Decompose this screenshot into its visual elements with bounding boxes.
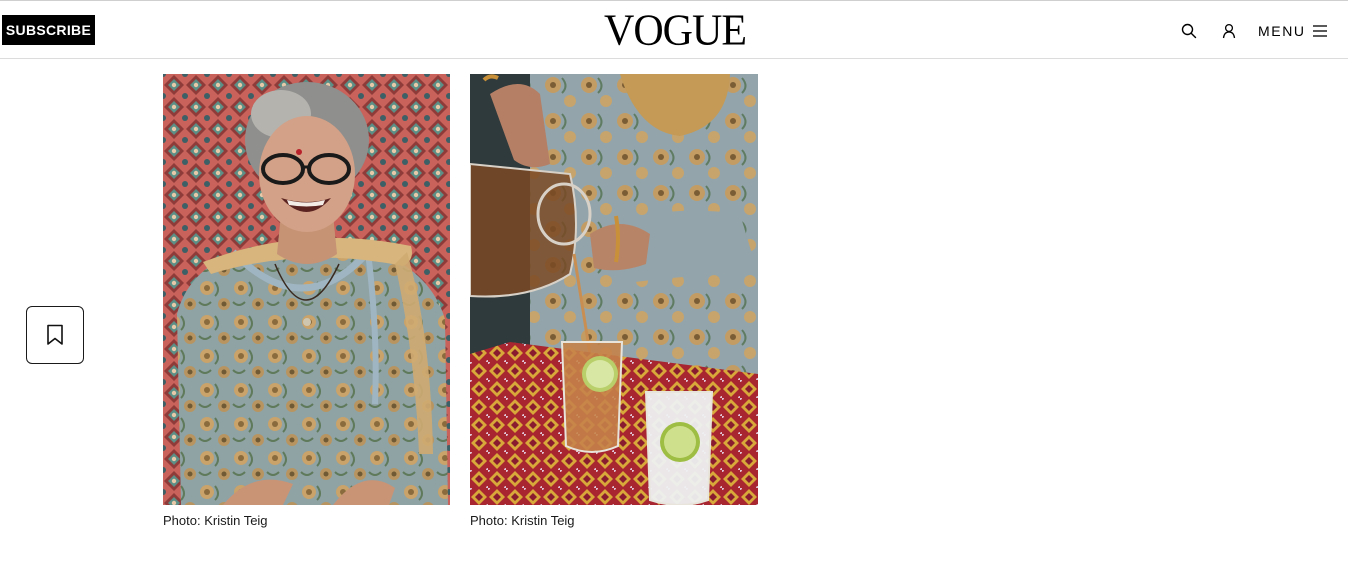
subscribe-button[interactable]: SUBSCRIBE — [2, 15, 95, 45]
menu-label: MENU — [1258, 23, 1306, 39]
vogue-logo[interactable]: VOGUE — [604, 8, 747, 54]
photo-credit: Photo: Kristin Teig — [163, 513, 268, 528]
bookmark-button[interactable] — [26, 306, 84, 364]
account-button[interactable] — [1217, 19, 1241, 43]
bookmark-icon — [47, 324, 63, 345]
hamburger-icon — [1312, 25, 1327, 37]
woman-portrait-image[interactable] — [163, 74, 450, 505]
user-icon — [1222, 23, 1236, 39]
search-icon — [1181, 23, 1197, 39]
gallery-figure-1: Photo: Kristin Teig — [163, 74, 450, 528]
photo-credit: Photo: Kristin Teig — [470, 513, 575, 528]
pouring-drink-image[interactable] — [470, 74, 758, 505]
search-button[interactable] — [1177, 19, 1201, 43]
site-header: SUBSCRIBE VOGUE MENU — [0, 1, 1348, 59]
gallery-figure-2: Photo: Kristin Teig — [470, 74, 758, 528]
menu-button[interactable]: MENU — [1258, 19, 1332, 43]
